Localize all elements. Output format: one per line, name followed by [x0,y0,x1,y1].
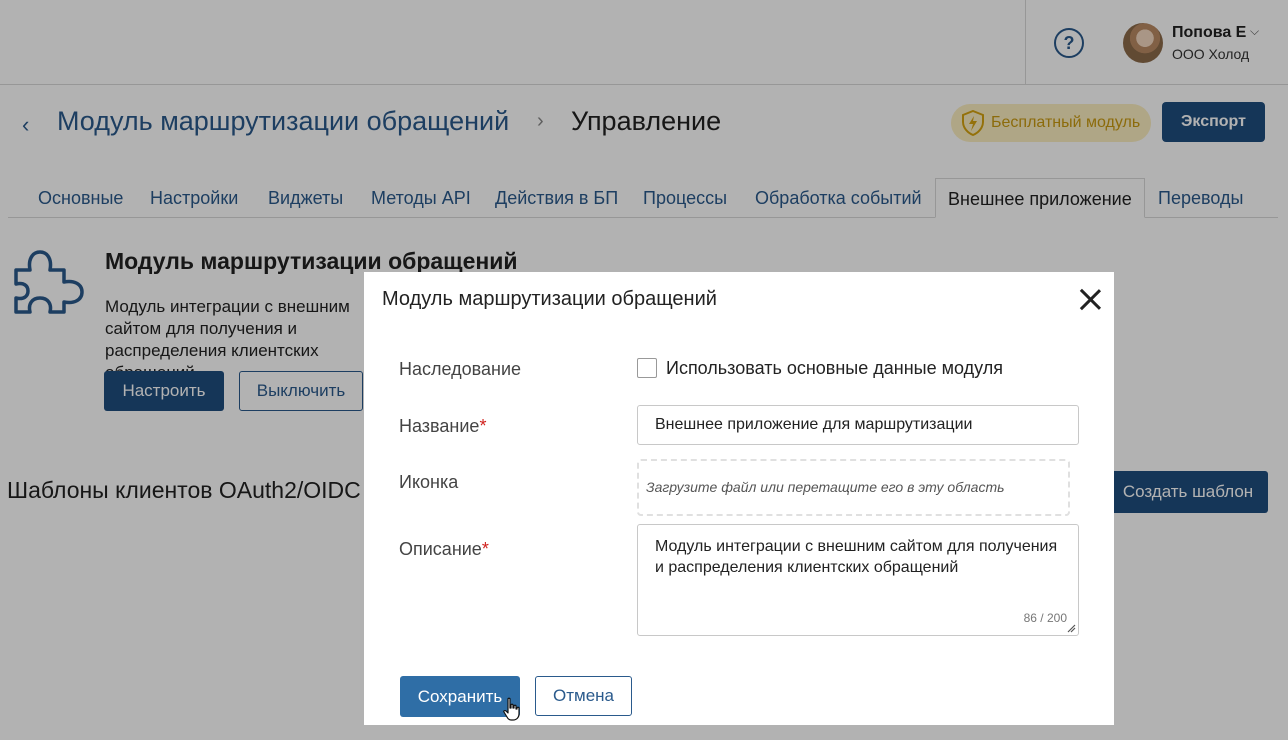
external-app-dialog: Модуль маршрутизации обращений Наследова… [364,272,1114,725]
description-label: Описание* [399,539,489,560]
icon-label: Иконка [399,472,459,492]
name-label: Название* [399,416,486,437]
name-field[interactable] [637,405,1079,445]
name-label-text: Название [399,416,480,436]
inheritance-label: Наследование [399,359,522,379]
char-counter: 86 / 200 [1023,611,1067,625]
use-module-data-checkbox-label[interactable]: Использовать основные данные модуля [666,358,1003,379]
required-mark: * [479,416,487,436]
resize-handle-icon[interactable] [1067,624,1076,633]
description-text[interactable]: Модуль интеграции с внешним сайтом для п… [655,536,1070,578]
use-module-data-checkbox[interactable] [637,358,657,378]
description-label-text: Описание [399,539,482,559]
description-textarea[interactable]: Модуль интеграции с внешним сайтом для п… [637,524,1079,636]
icon-upload-dropzone[interactable]: Загрузите файл или перетащите его в эту … [637,459,1070,516]
cancel-button[interactable]: Отмена [535,676,632,716]
hand-cursor-icon [503,697,520,721]
required-mark: * [481,539,489,559]
close-icon[interactable] [1078,287,1102,311]
dialog-title: Модуль маршрутизации обращений [382,288,717,310]
save-button[interactable]: Сохранить [400,676,520,717]
